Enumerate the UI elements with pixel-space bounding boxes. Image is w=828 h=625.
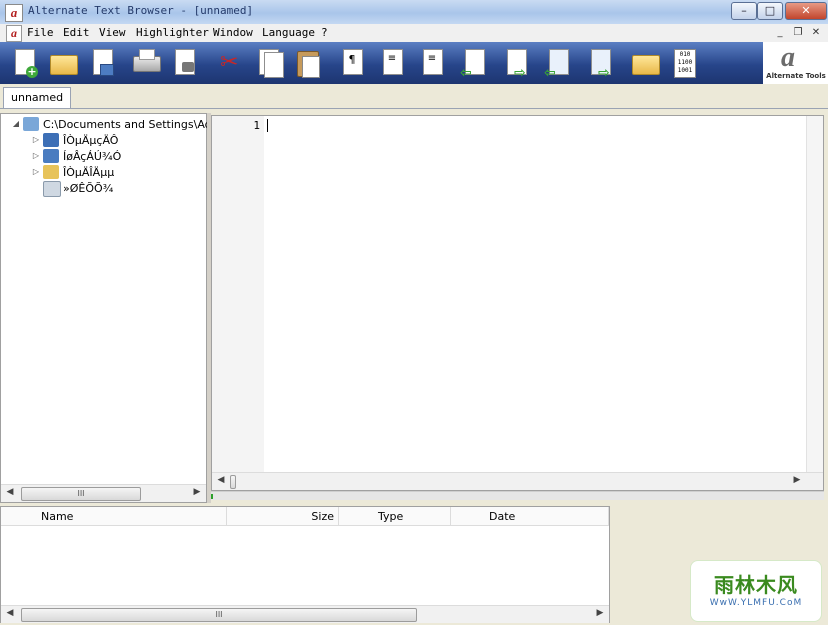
column-size[interactable]: Size [227, 507, 339, 526]
browse-folder-button[interactable] [630, 48, 660, 78]
mdi-close-button[interactable]: ✕ [809, 27, 823, 39]
menu-edit[interactable]: Edit [63, 26, 90, 39]
forward-button[interactable]: ⇨ [502, 48, 530, 81]
menu-view[interactable]: View [99, 26, 126, 39]
folder-tree: ◢ C:\Documents and Settings\Admir ▷ ÎÒµÄ… [0, 113, 230, 503]
scroll-right-icon[interactable]: ▶ [593, 608, 607, 618]
folder-icon [632, 55, 660, 75]
copy-button[interactable] [254, 48, 284, 78]
pilcrow-icon: ¶ [348, 53, 356, 66]
minimize-button[interactable]: – [731, 2, 757, 20]
back-button[interactable]: ⇦ [460, 48, 488, 81]
binary-view-button[interactable]: 010 1100 1001 [670, 48, 698, 78]
tree-item[interactable]: »ØÊÕÕ¾ [31, 181, 201, 197]
scroll-left-icon[interactable]: ◀ [3, 487, 17, 497]
text-caret [267, 119, 268, 132]
alternate-tools-logo: a Alternate Tools [763, 42, 828, 84]
scroll-right-icon[interactable]: ▶ [190, 487, 204, 497]
arrow-first-icon: ⇦ [544, 65, 556, 81]
app-icon: a [5, 4, 23, 22]
arrow-left-icon: ⇦ [460, 65, 472, 81]
expand-icon[interactable]: ▷ [31, 167, 41, 176]
save-button[interactable] [88, 48, 116, 78]
tree-root[interactable]: ◢ C:\Documents and Settings\Admir [11, 117, 230, 133]
arrow-right-icon: ⇨ [514, 65, 526, 81]
menu-file[interactable]: File [27, 26, 54, 39]
tree-item[interactable]: ▷ ÎÒµÄµçÄÔ [31, 133, 201, 149]
paragraph-button[interactable]: ¶ [338, 48, 366, 78]
print-button[interactable] [132, 48, 161, 78]
documents-folder-icon [43, 165, 59, 179]
logo-text: Alternate Tools [766, 72, 826, 80]
align-right-button[interactable]: ≡ [418, 48, 446, 78]
text-editor[interactable]: 1 ◀ ▶ [211, 115, 824, 491]
scroll-thumb[interactable]: III [21, 608, 417, 622]
column-type[interactable]: Type [339, 507, 451, 526]
watermark-main: 雨林木风 [714, 573, 798, 597]
document-tabs: unnamed [0, 84, 828, 109]
open-button[interactable] [48, 48, 78, 78]
tree-item[interactable]: ▷ ÍøÂçÁÚ¾Ó [31, 149, 201, 165]
cut-button[interactable]: ✂ [216, 48, 244, 78]
menu-language[interactable]: Language [262, 26, 315, 39]
new-file-button[interactable]: + [10, 48, 38, 78]
paste-button[interactable] [294, 48, 322, 78]
editor-status-line [211, 491, 824, 500]
scroll-left-icon[interactable]: ◀ [214, 475, 228, 485]
column-name[interactable]: Name [1, 507, 227, 526]
arrow-last-icon: ⇨ [598, 65, 610, 81]
watermark-logo: 雨林木风 WwW.YLMFU.CoM [690, 560, 822, 622]
align-left-button[interactable]: ≡ [378, 48, 406, 78]
logo-mark: a [781, 42, 795, 73]
scroll-right-icon[interactable]: ▶ [790, 475, 804, 485]
first-button[interactable]: ⇦ [544, 48, 572, 81]
window-title: Alternate Text Browser - [unnamed] [28, 4, 254, 17]
scissors-icon: ✂ [220, 50, 239, 75]
my-computer-icon [43, 133, 59, 147]
file-list-horizontal-scrollbar[interactable]: ◀ III ▶ [1, 605, 609, 623]
toolbar: + ✂ ¶ ≡ ≡ ⇦ ⇨ ⇦ ⇨ 010 1100 1001 [0, 42, 763, 84]
column-date[interactable]: Date [451, 507, 609, 526]
mdi-minimize-button[interactable]: _ [773, 27, 787, 39]
maximize-button[interactable]: □ [757, 2, 783, 20]
menu-window[interactable]: Window [213, 26, 253, 39]
recycle-bin-icon [43, 181, 61, 197]
scroll-thumb[interactable] [230, 475, 236, 489]
line-number: 1 [253, 119, 260, 132]
menu-bar: a File Edit View Highlighter Window Lang… [0, 24, 828, 42]
expand-icon[interactable]: ▷ [31, 151, 41, 160]
print-preview-button[interactable] [170, 48, 198, 78]
modified-indicator [211, 494, 213, 499]
mdi-restore-button[interactable]: ❐ [791, 27, 805, 39]
editor-horizontal-scrollbar[interactable]: ◀ ▶ [212, 472, 823, 490]
tab-unnamed[interactable]: unnamed [3, 87, 72, 108]
tree-horizontal-scrollbar[interactable]: ◀ III ▶ [1, 484, 206, 502]
menu-highlighter[interactable]: Highlighter [136, 26, 209, 39]
title-bar: a Alternate Text Browser - [unnamed] – □… [0, 0, 828, 25]
line-number-gutter: 1 [212, 116, 264, 472]
binary-icon: 010 1100 1001 [674, 49, 696, 78]
scroll-left-icon[interactable]: ◀ [3, 608, 17, 618]
watermark-sub: WwW.YLMFU.CoM [709, 598, 803, 608]
tree-item[interactable]: ▷ ÎÒµÄÎÄµµ [31, 165, 201, 181]
document-icon[interactable]: a [6, 25, 22, 42]
close-button[interactable]: ✕ [785, 2, 827, 20]
computer-icon [23, 117, 39, 131]
editor-vertical-scrollbar[interactable] [806, 116, 823, 472]
network-icon [43, 149, 59, 163]
open-folder-icon [50, 55, 78, 75]
menu-help[interactable]: ? [321, 26, 328, 39]
last-button[interactable]: ⇨ [586, 48, 614, 81]
scroll-thumb[interactable]: III [21, 487, 141, 501]
expand-icon[interactable]: ▷ [31, 135, 41, 144]
collapse-icon[interactable]: ◢ [11, 119, 21, 128]
file-list: Name Size Type Date ◀ III ▶ [0, 506, 610, 623]
